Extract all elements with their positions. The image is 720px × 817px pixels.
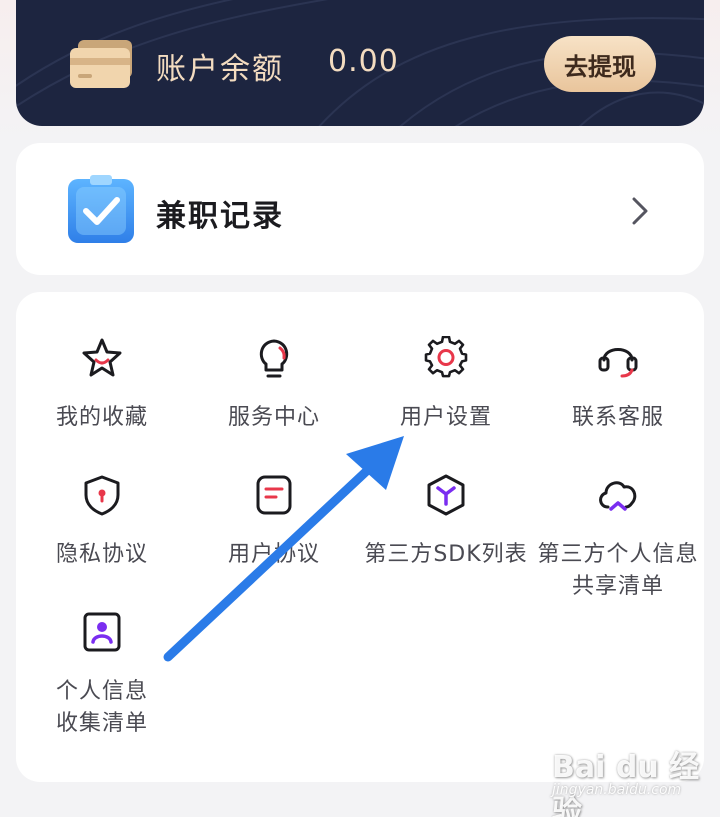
wallet-icon <box>70 40 132 88</box>
menu-item-label: 服务中心 <box>227 405 320 430</box>
person-card-icon <box>83 612 121 652</box>
cube-icon <box>427 474 465 516</box>
menu-item-label: 第三方SDK列表 <box>364 542 528 567</box>
shield-icon <box>84 475 120 516</box>
balance-card: 账户余额 0.00 去提现 <box>16 0 704 126</box>
menu-item-label: 个人信息 收集清单 <box>55 679 148 736</box>
balance-label: 账户余额 <box>156 52 284 87</box>
menu-item-favorites[interactable]: 我的收藏 <box>16 336 188 434</box>
menu-item-service-center[interactable]: 服务中心 <box>188 336 360 434</box>
watermark-url: jingyan.baidu.com <box>552 782 682 798</box>
balance-amount: 0.00 <box>328 44 399 79</box>
menu-grid: 我的收藏 服务中心 用户设置 联系客服 隐私协议 用户协议 第三方SDK列表 第… <box>16 292 704 782</box>
menu-item-user-settings[interactable]: 用户设置 <box>360 336 532 434</box>
part-time-record-row[interactable]: 兼职记录 <box>16 143 704 275</box>
chevron-right-icon <box>632 197 648 225</box>
menu-item-privacy-policy[interactable]: 隐私协议 <box>16 473 188 571</box>
menu-item-personal-info-collection[interactable]: 个人信息 收集清单 <box>16 610 188 740</box>
part-time-record-label: 兼职记录 <box>156 199 284 234</box>
menu-item-label: 第三方个人信息 共享清单 <box>537 542 699 599</box>
document-icon <box>256 475 292 515</box>
headset-icon <box>598 348 638 378</box>
cloud-icon <box>599 481 637 511</box>
menu-item-label: 用户协议 <box>227 542 320 567</box>
star-icon <box>82 338 122 377</box>
gear-icon <box>424 336 468 378</box>
menu-item-contact-support[interactable]: 联系客服 <box>532 336 704 434</box>
lightbulb-icon <box>259 339 289 378</box>
withdraw-button[interactable]: 去提现 <box>544 36 656 92</box>
menu-item-user-agreement[interactable]: 用户协议 <box>188 473 360 571</box>
clipboard-check-icon <box>68 175 134 243</box>
menu-item-label: 我的收藏 <box>55 405 148 430</box>
menu-item-label: 隐私协议 <box>55 542 148 567</box>
menu-item-third-party-info-sharing[interactable]: 第三方个人信息 共享清单 <box>532 473 704 603</box>
menu-item-label: 联系客服 <box>571 405 664 430</box>
menu-item-label: 用户设置 <box>399 405 492 430</box>
menu-item-third-party-sdk-list[interactable]: 第三方SDK列表 <box>360 473 532 571</box>
